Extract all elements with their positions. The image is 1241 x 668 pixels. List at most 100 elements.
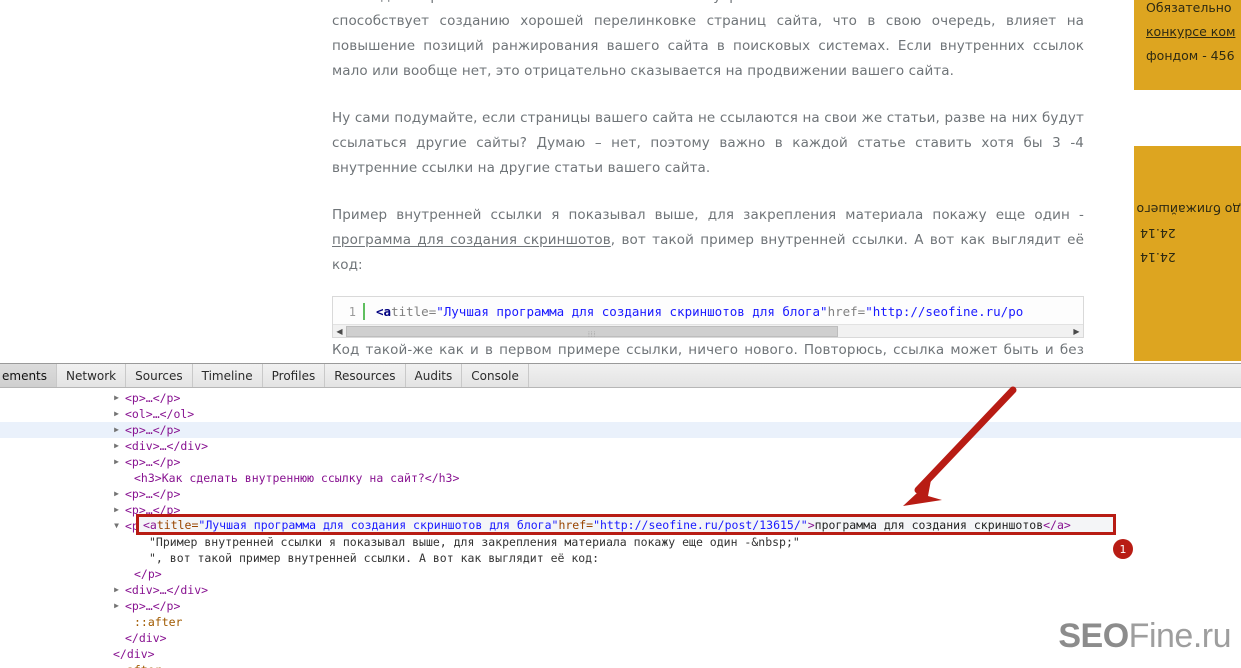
dom-tree-row[interactable]: ::after — [0, 662, 1241, 668]
article-body: Я всегда старался как можно больше стави… — [332, 0, 1084, 363]
ad-bottom-text: 24.14 24.14 до ближайшего — [1134, 197, 1241, 269]
expand-triangle-icon[interactable] — [112, 598, 121, 614]
dom-tree-row[interactable]: </div> — [0, 646, 1241, 662]
devtools-tab-label: Timeline — [201, 368, 253, 383]
code-token-value-title: "Лучшая программа для создания скриншото… — [436, 304, 828, 319]
code-horizontal-scrollbar[interactable]: ◀ ⦙⦙⦙ ▶ — [333, 324, 1083, 337]
code-line-1: 1 <a title= "Лучшая программа для создани… — [333, 297, 1083, 323]
ad-bottom-line-3: до ближайшего — [1136, 202, 1241, 217]
code-token-attr-title: title= — [391, 304, 437, 319]
expand-triangle-icon[interactable] — [112, 390, 121, 406]
article-paragraph-3: Пример внутренней ссылки я показывал выш… — [332, 203, 1084, 278]
site-watermark: SEOFine.ru — [1058, 617, 1231, 656]
dom-row-text: <h3>Как сделать внутреннюю ссылку на сай… — [134, 471, 460, 485]
sidebar-ad-banner-bottom[interactable]: 24.14 24.14 до ближайшего — [1134, 146, 1241, 361]
dom-row-text: <div>…</div> — [125, 583, 209, 597]
expand-triangle-icon[interactable] — [112, 422, 121, 438]
hl-attr-href: href= — [558, 517, 594, 532]
code-sample-box: 1 <a title= "Лучшая программа для создани… — [332, 296, 1084, 338]
collapse-triangle-icon[interactable] — [112, 518, 121, 534]
devtools-tab-label: Console — [471, 368, 519, 383]
paragraph-4-text-before: Код такой-же как и в первом примере ссыл… — [332, 342, 1084, 358]
dom-row-text: ", вот такой пример внутренней ссылки. А… — [149, 551, 600, 565]
expand-triangle-icon[interactable] — [112, 406, 121, 422]
article-paragraph-4: Код такой-же как и в первом примере ссыл… — [332, 338, 1084, 363]
dom-row-text: <p>…</p> — [125, 599, 181, 613]
dom-row-text: </div> — [125, 631, 167, 645]
highlighted-dom-node-anchor[interactable]: <a title= "Лучшая программа для создания … — [136, 514, 1116, 535]
hl-attr-title: title= — [156, 517, 199, 532]
dom-tree-row[interactable]: <div>…</div> — [0, 582, 1241, 598]
devtools-tab-profiles[interactable]: Profiles — [263, 364, 326, 387]
dom-row-text: <p>…</p> — [125, 391, 181, 405]
dom-tree-row[interactable]: <p>…</p> — [0, 598, 1241, 614]
dom-tree-row[interactable]: <div>…</div> — [0, 438, 1241, 454]
dom-tree-row[interactable]: <ol>…</ol> — [0, 406, 1241, 422]
ad-top-line-2[interactable]: конкурсе ком — [1146, 20, 1241, 44]
devtools-tab-bar: ements Network Sources Timeline Profiles Reso… — [0, 364, 1241, 388]
dom-tree-row[interactable]: <p>…</p> — [0, 454, 1241, 470]
expand-triangle-icon[interactable] — [112, 582, 121, 598]
watermark-bold: SEO — [1058, 617, 1129, 655]
dom-row-text: </p> — [134, 567, 162, 581]
scrollbar-grip-icon: ⦙⦙⦙ — [587, 329, 597, 338]
dom-tree-row[interactable]: <p>…</p> — [0, 390, 1241, 406]
devtools-tab-label: Audits — [414, 368, 453, 383]
hl-value-href: "http://seofine.ru/post/13615/" — [593, 517, 808, 532]
scroll-left-arrow-icon[interactable]: ◀ — [333, 324, 346, 337]
code-token-attr-href: href= — [827, 304, 866, 319]
hl-gt: > — [807, 517, 815, 532]
dom-row-text: ::after — [134, 615, 183, 629]
code-token-tag-open: <a — [376, 304, 392, 319]
hl-link-text: программа для создания скриншотов — [814, 517, 1044, 532]
ad-top-line-3: фондом - 456 — [1146, 48, 1235, 63]
scroll-right-arrow-icon[interactable]: ▶ — [1070, 324, 1083, 337]
scrollbar-track[interactable]: ⦙⦙⦙ — [346, 324, 1070, 338]
watermark-light: Fine.ru — [1128, 617, 1232, 655]
devtools-tab-label: Network — [66, 368, 117, 383]
devtools-tab-label: ements — [2, 368, 48, 383]
devtools-tab-console[interactable]: Console — [462, 364, 529, 387]
dom-tree-row[interactable]: <p>…</p> — [0, 486, 1241, 502]
dom-row-text: <div>…</div> — [125, 439, 209, 453]
code-gutter-bar — [363, 303, 365, 320]
dom-tree-row[interactable]: </p> — [0, 566, 1241, 582]
devtools-tab-network[interactable]: Network — [57, 364, 127, 387]
hl-value-title: "Лучшая программа для создания скриншото… — [198, 517, 559, 532]
hl-tag-open: <a — [143, 517, 157, 532]
dom-row-text: <p>…</p> — [125, 423, 181, 437]
devtools-tab-sources[interactable]: Sources — [126, 364, 193, 387]
ad-bottom-line-2: 24.14 — [1140, 226, 1176, 241]
annotation-marker-1: 1 — [1113, 539, 1133, 559]
devtools-tab-ements[interactable]: ements — [0, 364, 58, 387]
devtools-tab-resources[interactable]: Resources — [325, 364, 406, 387]
dom-tree-row[interactable]: <h3>Как сделать внутреннюю ссылку на сай… — [0, 470, 1241, 486]
dom-tree-row[interactable]: <p>…</p> — [0, 422, 1241, 438]
devtools-tab-label: Sources — [135, 368, 183, 383]
web-page-content: Я всегда старался как можно больше стави… — [0, 0, 1241, 363]
expand-triangle-icon[interactable] — [112, 502, 121, 518]
dom-tree-row[interactable]: </div> — [0, 630, 1241, 646]
sidebar-ad-banner-top[interactable]: Обязательно конкурсе ком фондом - 456 — [1134, 0, 1241, 90]
dom-row-text: ::after — [113, 662, 161, 668]
expand-triangle-icon[interactable] — [112, 454, 121, 470]
dom-tree-row[interactable]: "Пример внутренней ссылки я показывал вы… — [0, 534, 1241, 550]
article-paragraph-2: Ну сами подумайте, если страницы вашего … — [332, 110, 1084, 176]
devtools-tab-timeline[interactable]: Timeline — [193, 364, 263, 387]
dom-row-text: <ol>…</ol> — [125, 407, 195, 421]
paragraph-3-text-before: Пример внутренней ссылки я показывал выш… — [332, 207, 1084, 223]
code-token-value-href: "http://seofine.ru/po — [865, 304, 1024, 319]
dom-tree-row[interactable]: ", вот такой пример внутренней ссылки. А… — [0, 550, 1241, 566]
article-paragraph-1: Я всегда старался как можно больше стави… — [332, 0, 1084, 79]
ad-top-text: Обязательно конкурсе ком фондом - 456 — [1134, 0, 1241, 68]
expand-triangle-icon[interactable] — [112, 486, 121, 502]
dom-row-text: </div> — [113, 647, 155, 661]
internal-link-screenshot-program[interactable]: программа для создания скриншотов — [332, 232, 611, 248]
devtools-tab-audits[interactable]: Audits — [406, 364, 463, 387]
screenshot-root: Я всегда старался как можно больше стави… — [0, 0, 1241, 668]
dom-tree-row[interactable]: ::after — [0, 614, 1241, 630]
scrollbar-thumb[interactable]: ⦙⦙⦙ — [346, 325, 839, 338]
expand-triangle-icon[interactable] — [112, 438, 121, 454]
dom-row-text: "Пример внутренней ссылки я показывал вы… — [149, 535, 800, 549]
code-line-number: 1 — [348, 304, 356, 319]
